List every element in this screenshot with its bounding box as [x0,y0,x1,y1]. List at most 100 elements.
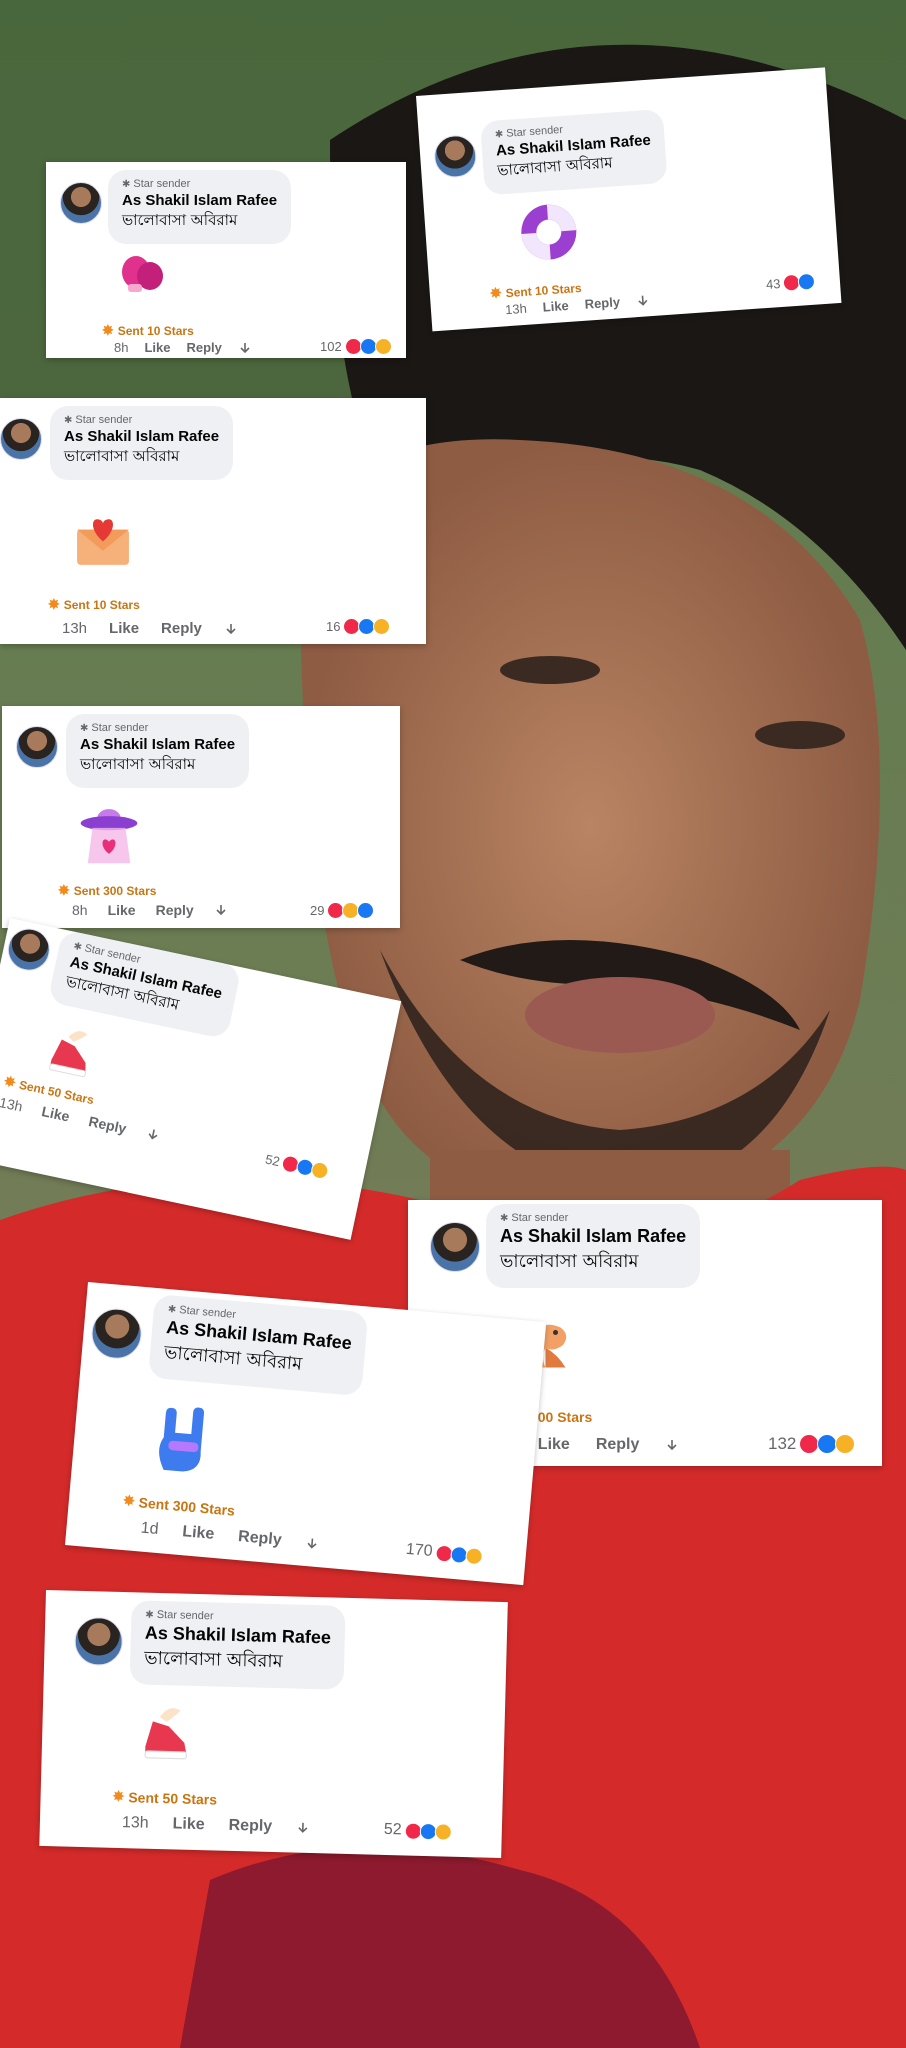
care-icon [464,1546,484,1565]
commenter-name[interactable]: As Shakil Islam Rafee [80,736,235,753]
reply-button[interactable]: Reply [156,902,194,918]
ufo-heart-icon [80,809,138,864]
star-sender-badge: ✱ Star sender [80,722,149,734]
star-icon: ✱ [167,1303,177,1316]
avatar[interactable] [0,418,42,460]
commenter-name[interactable]: As Shakil Islam Rafee [122,192,277,209]
star-icon: ✱ [145,1609,154,1621]
avatar[interactable] [60,182,102,224]
comment-actions: 13h Like Reply [122,1814,311,1837]
star-burst-icon: ✸ [48,596,60,612]
share-arrow-icon[interactable] [305,1536,320,1551]
comment-text: ভালোবাসা অবিরাম [80,755,196,773]
share-arrow-icon[interactable] [665,1438,679,1452]
star-icon: ✱ [122,178,131,190]
comment-card: ✱ Star sender As Shakil Islam Rafee ভালোব… [46,162,406,358]
heart-icon [799,1434,820,1454]
heart-envelope-icon [77,519,129,565]
like-icon [797,272,816,291]
avatar[interactable] [89,1306,144,1361]
reaction-summary[interactable]: 170 [405,1540,484,1566]
reaction-summary[interactable]: 102 [320,338,392,355]
reply-button[interactable]: Reply [228,1817,272,1836]
reaction-count: 16 [326,619,341,634]
like-button[interactable]: Like [144,340,170,355]
timestamp: 13h [504,300,528,318]
like-button[interactable]: Like [108,902,136,918]
comment-actions: 13h Like Reply [62,620,238,637]
share-arrow-icon[interactable] [238,341,252,355]
comment-text: ভালোবাসা অবিরাম [500,1251,639,1272]
share-arrow-icon[interactable] [214,903,228,917]
reply-button[interactable]: Reply [237,1528,282,1550]
timestamp: 13h [121,1814,149,1832]
avatar[interactable] [74,1616,124,1667]
reply-button[interactable]: Reply [596,1436,640,1454]
reaction-count: 43 [765,276,781,293]
like-button[interactable]: Like [542,298,569,315]
share-arrow-icon[interactable] [296,1821,310,1835]
lifebuoy-icon [521,204,577,260]
reaction-summary[interactable]: 29 [310,902,375,919]
like-button[interactable]: Like [109,620,139,637]
comment-bubble: ✱ Star sender As Shakil Islam Rafee ভালোব… [50,406,234,480]
stars-sent-label: ✸ Sent 10 Stars [102,322,194,338]
boxing-gloves-icon [122,256,163,292]
share-arrow-icon[interactable] [224,622,238,636]
share-arrow-icon[interactable] [144,1126,161,1143]
reply-button[interactable]: Reply [87,1113,128,1137]
comment-actions: 1d Like Reply [140,1520,320,1554]
care-icon [835,1434,856,1454]
star-sender-badge: ✱ Star sender [64,414,133,426]
reaction-summary[interactable]: 52 [264,1151,331,1181]
reaction-count: 132 [768,1434,797,1453]
star-burst-icon: ✸ [489,284,503,302]
timestamp: 13h [62,620,88,637]
avatar[interactable] [3,924,54,975]
winged-sneaker-icon [144,1708,187,1760]
care-icon [374,338,392,355]
comment-card: ✱ Star sender As Shakil Islam Rafee ভালোব… [416,67,842,332]
star-burst-icon: ✸ [122,1491,136,1509]
like-button[interactable]: Like [172,1815,204,1834]
reaction-summary[interactable]: 16 [326,618,391,635]
avatar[interactable] [430,1222,480,1272]
star-burst-icon: ✸ [2,1072,18,1091]
like-button[interactable]: Like [538,1436,570,1454]
reaction-summary[interactable]: 132 [768,1434,856,1454]
comment-card: ✱ Star sender As Shakil Islam Rafee ভালোব… [2,706,400,928]
comment-text: ভালোবাসা অবিরাম [122,211,238,229]
stars-sent-label: ✸ Sent 300 Stars [122,1491,236,1519]
comment-text: ভালোবাসা অবিরাম [143,1647,283,1673]
star-sender-badge: ✱ Star sender [500,1212,569,1224]
timestamp: 1d [140,1519,160,1539]
reaction-count: 52 [263,1151,282,1170]
reaction-summary[interactable]: 43 [765,272,816,293]
reaction-summary[interactable]: 52 [384,1821,452,1841]
star-icon: ✱ [72,940,83,953]
stars-sent-label: ✸ Sent 50 Stars [112,1787,218,1808]
avatar[interactable] [432,133,478,179]
comment-card: ✱ Star sender As Shakil Islam Rafee ভালোব… [39,1590,508,1859]
reply-button[interactable]: Reply [186,340,221,355]
avatar[interactable] [16,726,58,768]
comment-card: ✱ Star sender As Shakil Islam Rafee ভালোব… [0,398,426,644]
share-arrow-icon[interactable] [635,293,650,308]
timestamp: 8h [114,340,129,355]
reaction-count: 102 [320,339,342,354]
comment-actions: 8h Like Reply [72,902,228,918]
star-icon: ✱ [500,1212,509,1224]
star-icon: ✱ [80,722,89,734]
commenter-name[interactable]: As Shakil Islam Rafee [500,1226,686,1247]
comment-bubble: ✱ Star sender As Shakil Islam Rafee ভালোব… [486,1204,701,1288]
comment-bubble: ✱ Star sender As Shakil Islam Rafee ভালোব… [479,108,668,196]
care-icon [434,1822,452,1841]
comment-bubble: ✱ Star sender As Shakil Islam Rafee ভালোব… [66,714,250,788]
reaction-count: 170 [405,1540,434,1561]
reply-button[interactable]: Reply [161,620,202,637]
commenter-name[interactable]: As Shakil Islam Rafee [64,428,219,445]
like-button[interactable]: Like [40,1103,71,1124]
reply-button[interactable]: Reply [584,294,620,311]
timestamp: 13h [0,1094,25,1115]
like-button[interactable]: Like [182,1523,215,1544]
